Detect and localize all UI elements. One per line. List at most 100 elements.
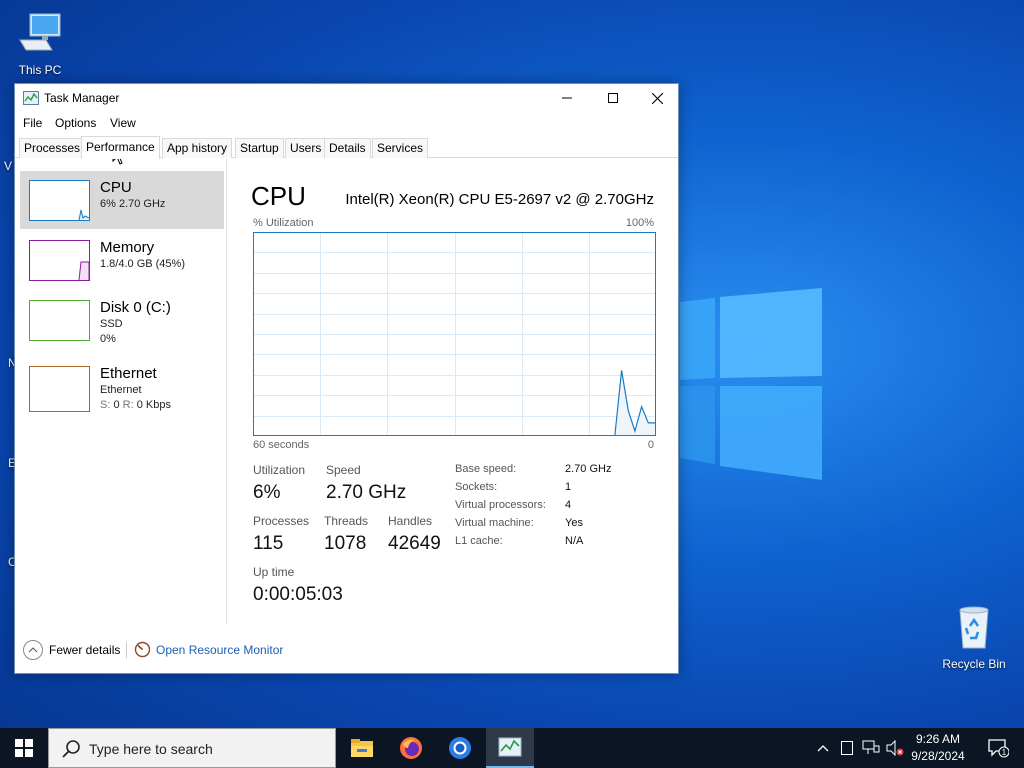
spec-value: Yes [565, 517, 583, 529]
taskbar-firefox[interactable] [387, 728, 435, 768]
spec-value: 1 [565, 481, 572, 493]
memory-mini-graph [29, 240, 90, 281]
sidebar-item-detail: SSD [100, 318, 123, 330]
spec-label: Sockets: [455, 481, 498, 493]
page-title: CPU [251, 181, 306, 211]
tab-performance[interactable]: Performance [81, 136, 160, 159]
sidebar-item-disk[interactable]: Disk 0 (C:) SSD 0% [20, 291, 224, 349]
firefox-icon [400, 737, 422, 759]
utilization-label: Utilization [253, 463, 306, 477]
sidebar-item-ethernet[interactable]: Ethernet Ethernet S: 0 R: 0 Kbps [20, 357, 224, 415]
recycle-bin-label: Recycle Bin [942, 657, 1006, 671]
menu-view[interactable]: View [110, 116, 136, 130]
task-manager-app-icon [23, 91, 39, 105]
menu-file[interactable]: File [23, 116, 42, 130]
tray-app-icon[interactable] [838, 739, 856, 757]
cpu-model-name: Intel(R) Xeon(R) CPU E5-2697 v2 @ 2.70GH… [345, 191, 654, 208]
taskbar-browser[interactable] [436, 728, 484, 768]
maximize-button[interactable] [590, 84, 636, 112]
tab-users[interactable]: Users [285, 138, 327, 158]
this-pc-desktop-icon[interactable]: This PC [2, 10, 78, 77]
utilization-axis-max: 100% [625, 217, 654, 229]
taskbar-file-explorer[interactable] [338, 728, 386, 768]
sidebar-item-label: Memory [100, 239, 155, 256]
tab-details[interactable]: Details [324, 138, 371, 158]
close-button[interactable] [634, 84, 680, 112]
receive-label: R: [122, 399, 134, 411]
processes-label: Processes [253, 514, 310, 528]
sidebar-item-detail-2: 0% [100, 333, 116, 345]
tab-startup[interactable]: Startup [235, 138, 284, 158]
uptime-label: Up time [253, 565, 295, 579]
sidebar-item-memory[interactable]: Memory 1.8/4.0 GB (45%) [20, 231, 224, 289]
tab-bar: Processes Performance App history Startu… [15, 136, 678, 159]
spec-label: Virtual processors: [455, 499, 546, 511]
handles-label: Handles [388, 514, 433, 528]
ethernet-mini-graph [29, 366, 90, 412]
open-resource-monitor-link[interactable]: Open Resource Monitor [156, 643, 283, 657]
action-center-button[interactable]: 1 [978, 728, 1018, 768]
graph-time-span: 60 seconds [253, 439, 310, 451]
minimize-button[interactable] [544, 84, 590, 112]
menu-options[interactable]: Options [55, 116, 96, 130]
sidebar-item-label: Disk 0 (C:) [100, 299, 171, 316]
spec-value: 4 [565, 499, 572, 511]
sidebar-item-detail: Ethernet [100, 384, 142, 396]
processes-value: 115 [253, 533, 284, 554]
recycle-bin-icon [959, 606, 989, 649]
tab-app-history[interactable]: App history [162, 138, 233, 158]
maximize-icon [608, 93, 618, 103]
send-value: 0 [113, 399, 120, 411]
recycle-bin-desktop-icon[interactable]: Recycle Bin [936, 604, 1012, 671]
menu-bar: File Options View [15, 113, 678, 135]
threads-value: 1078 [324, 533, 367, 554]
notification-count: 1 [1002, 748, 1007, 757]
disk-mini-graph [29, 300, 90, 341]
notification-icon: 1 [988, 739, 1009, 758]
tab-services[interactable]: Services [372, 138, 429, 158]
folder-icon [351, 739, 373, 757]
start-button[interactable] [0, 728, 48, 768]
footer-divider [126, 642, 127, 658]
tab-processes[interactable]: Processes [19, 138, 86, 158]
clock-date[interactable]: 9/28/2024 [900, 749, 976, 763]
fewer-details-button[interactable]: Fewer details [49, 643, 120, 657]
footer: Fewer details Open Resource Monitor [15, 638, 678, 668]
taskbar-search-box[interactable]: Type here to search [48, 728, 336, 768]
computer-icon [19, 13, 61, 51]
utilization-value: 6% [253, 482, 281, 503]
minimize-icon [562, 97, 572, 99]
graph-time-zero: 0 [647, 439, 654, 451]
windows-start-icon [15, 739, 33, 757]
sidebar-item-detail-2: S: 0 R: 0 Kbps [100, 399, 171, 411]
network-tray-icon[interactable] [862, 739, 880, 757]
speed-label: Speed [326, 463, 361, 477]
show-hidden-icons-button[interactable] [814, 739, 832, 757]
clock-time[interactable]: 9:26 AM [900, 732, 976, 746]
sidebar-item-label: CPU [100, 179, 132, 196]
taskbar-task-manager[interactable] [486, 728, 534, 768]
task-manager-icon [498, 737, 522, 757]
spec-value: N/A [565, 535, 584, 547]
title-bar[interactable]: Task Manager [15, 84, 678, 112]
spec-label: Virtual machine: [455, 517, 534, 529]
cpu-mini-graph [29, 180, 90, 221]
cpu-utilization-graph [253, 232, 656, 436]
chevron-up-icon[interactable] [23, 640, 43, 660]
chevron-up-glyph [28, 647, 38, 653]
this-pc-label: This PC [18, 63, 62, 77]
chevron-up-icon [817, 745, 829, 752]
search-icon [62, 740, 80, 758]
spec-label: L1 cache: [455, 535, 503, 547]
sidebar-item-cpu[interactable]: CPU 6% 2.70 GHz [20, 171, 224, 229]
uptime-value: 0:00:05:03 [253, 584, 343, 605]
taskbar: Type here to search 9:26 AM 9/28/2024 1 [0, 728, 1024, 768]
receive-value: 0 Kbps [136, 399, 171, 411]
speed-value: 2.70 GHz [326, 482, 407, 503]
desktop-edge-letter: V [4, 159, 13, 173]
utilization-axis-label: % Utilization [253, 217, 314, 229]
search-placeholder: Type here to search [89, 741, 213, 757]
browser-icon [449, 737, 471, 759]
close-icon [651, 92, 663, 104]
task-manager-window: Task Manager File Options View Processes… [14, 83, 679, 674]
